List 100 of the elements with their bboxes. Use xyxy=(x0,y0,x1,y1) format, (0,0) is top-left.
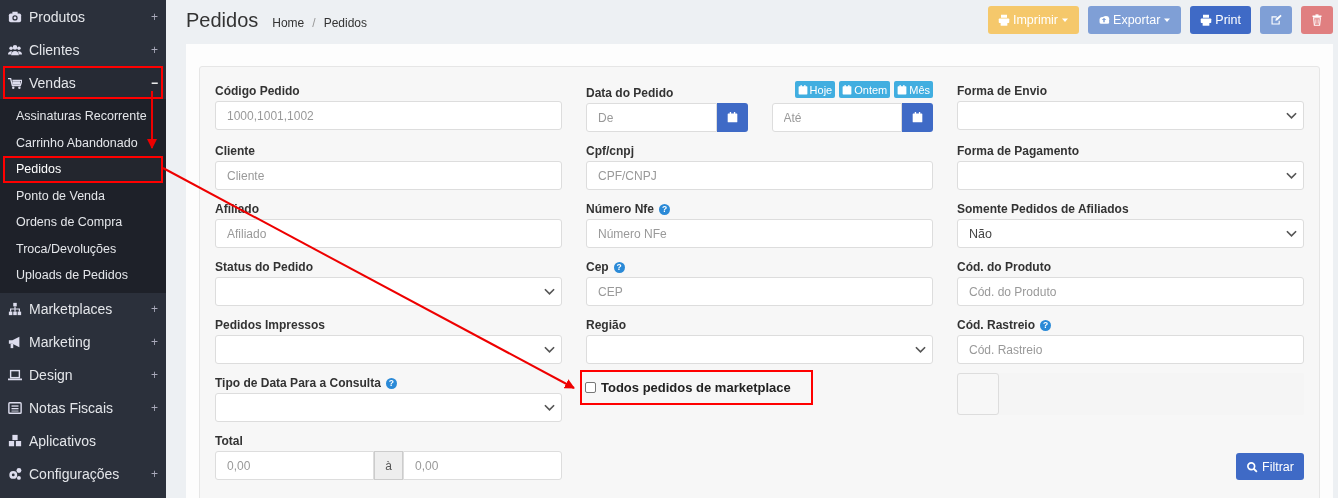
sidebar-item[interactable]: Vendas − xyxy=(3,66,163,99)
trash-icon xyxy=(1311,14,1323,26)
select-field[interactable]: Não xyxy=(957,219,1304,248)
chevron-down-icon xyxy=(544,403,555,412)
field-label: Cliente xyxy=(215,144,255,158)
submenu-item[interactable]: Troca/Devoluções xyxy=(0,235,166,262)
breadcrumb-current: Pedidos xyxy=(323,15,367,30)
select-field[interactable] xyxy=(215,393,562,422)
sidebar-item[interactable]: Design + xyxy=(0,358,166,392)
select-field[interactable] xyxy=(957,101,1304,130)
field-label: Pedidos Impressos xyxy=(215,318,326,332)
printer-icon xyxy=(1200,14,1213,26)
chevron-down-icon xyxy=(1286,229,1297,238)
field-label: Tipo de Data Para a Consulta xyxy=(215,376,381,390)
sidebar-item-label: Configurações xyxy=(29,466,121,482)
help-icon: ? xyxy=(659,203,670,215)
input-field[interactable]: CPF/CNPJ xyxy=(586,161,933,190)
sidebar-item[interactable]: Aplicativos xyxy=(0,424,166,458)
cart-icon xyxy=(8,75,22,90)
input-field[interactable]: CEP xyxy=(586,277,933,306)
expand-toggle[interactable]: + xyxy=(151,302,158,316)
sidebar-item-label: Design xyxy=(29,367,74,383)
expand-toggle[interactable]: + xyxy=(151,9,158,24)
select-field[interactable] xyxy=(215,277,562,306)
breadcrumb-link[interactable]: Home xyxy=(272,15,305,30)
calendar-icon xyxy=(897,84,908,95)
calendar-icon xyxy=(726,112,738,123)
input-field[interactable]: Cód. do Produto xyxy=(957,277,1304,306)
submenu-item[interactable]: Assinaturas Recorrente xyxy=(0,103,166,130)
sidebar-item-label: Marketing xyxy=(29,334,92,350)
input-field[interactable]: 1000,1001,1002 xyxy=(215,101,562,130)
edit-icon xyxy=(1270,14,1282,26)
input-field[interactable]: Cód. Rastreio xyxy=(957,335,1304,364)
expand-toggle[interactable]: + xyxy=(151,368,158,382)
calendar-button[interactable] xyxy=(716,103,748,132)
submenu-item[interactable]: Uploads de Pedidos xyxy=(0,262,166,289)
input-field[interactable]: Número NFe xyxy=(586,219,933,248)
calendar-button[interactable] xyxy=(902,103,933,132)
sidebar-item[interactable]: Marketplaces + xyxy=(0,292,166,326)
submenu-item[interactable]: Carrinho Abandonado xyxy=(0,129,166,156)
chevron-down-icon xyxy=(1286,111,1297,120)
sidebar-item-label: Clientes xyxy=(29,41,81,58)
sidebar-item[interactable]: Produtos + xyxy=(0,0,166,33)
select-field[interactable] xyxy=(957,161,1304,190)
checkbox-label: Todos pedidos de marketplace xyxy=(601,380,791,395)
delete-button[interactable] xyxy=(1301,6,1333,34)
expand-toggle[interactable]: + xyxy=(151,401,158,415)
submenu-item[interactable]: Pedidos xyxy=(3,156,163,183)
sitemap-icon xyxy=(8,302,22,316)
calendar-icon xyxy=(912,112,923,123)
submenu-item[interactable]: Ponto de Venda xyxy=(0,182,166,209)
edit-button[interactable] xyxy=(1260,6,1292,34)
input-field[interactable]: Cliente xyxy=(215,161,562,190)
sidebar-item[interactable]: Notas Fiscais + xyxy=(0,391,166,425)
help-icon: ? xyxy=(1040,319,1051,331)
breadcrumb-separator: / xyxy=(312,15,316,30)
print-button[interactable]: Print xyxy=(1190,6,1251,34)
field-label: Região xyxy=(586,318,626,332)
list-icon xyxy=(8,401,22,415)
submenu-item[interactable]: Ordens de Compra xyxy=(0,209,166,236)
select-field[interactable] xyxy=(586,335,933,364)
laptop-icon xyxy=(8,368,22,382)
camera-icon xyxy=(8,9,22,24)
input-field[interactable]: Até xyxy=(771,103,902,132)
printer-icon xyxy=(997,14,1010,26)
field-label: Somente Pedidos de Afiliados xyxy=(957,202,1129,216)
sidebar-item[interactable]: Marketing + xyxy=(0,325,166,359)
expand-toggle[interactable]: + xyxy=(151,42,158,57)
filter-button[interactable]: Filtrar xyxy=(1236,453,1304,480)
select-field[interactable] xyxy=(215,335,562,364)
help-icon: ? xyxy=(613,261,625,273)
search-icon xyxy=(1246,460,1259,473)
sidebar-item[interactable]: Clientes + xyxy=(0,33,166,66)
field-label: Data do Pedido xyxy=(586,86,674,100)
checkbox[interactable] xyxy=(585,382,596,393)
input-field[interactable]: 0,00 xyxy=(403,451,562,480)
calendar-icon xyxy=(842,84,853,95)
chevron-down-icon xyxy=(915,345,926,354)
sidebar-item[interactable]: Configurações + xyxy=(0,457,166,491)
field-label: Cód. Rastreio xyxy=(957,318,1035,332)
field-label: Código Pedido xyxy=(215,84,300,98)
annotation-arrow xyxy=(147,90,157,149)
calendar-icon xyxy=(797,84,808,95)
checkbox-option[interactable]: Todos pedidos de marketplace xyxy=(580,370,813,405)
collapse-toggle[interactable]: − xyxy=(151,75,158,90)
input-field[interactable]: 0,00 xyxy=(215,451,374,480)
expand-toggle[interactable]: + xyxy=(151,335,158,349)
sidebar-item-label: Aplicativos xyxy=(29,433,97,449)
chevron-down-icon xyxy=(544,287,555,296)
megaphone-icon xyxy=(8,335,22,349)
expand-toggle[interactable]: + xyxy=(151,467,158,481)
cubes-icon xyxy=(8,434,22,448)
sidebar-item-label: Marketplaces xyxy=(29,301,114,317)
input-field[interactable]: De xyxy=(586,103,717,132)
users-icon xyxy=(8,42,22,57)
sidebar-item-label: Produtos xyxy=(29,8,87,25)
field-label: Forma de Envio xyxy=(957,84,1048,98)
field-label: Cód. do Produto xyxy=(957,260,1051,274)
chevron-down-icon xyxy=(544,345,555,354)
input-field[interactable]: Afiliado xyxy=(215,219,562,248)
